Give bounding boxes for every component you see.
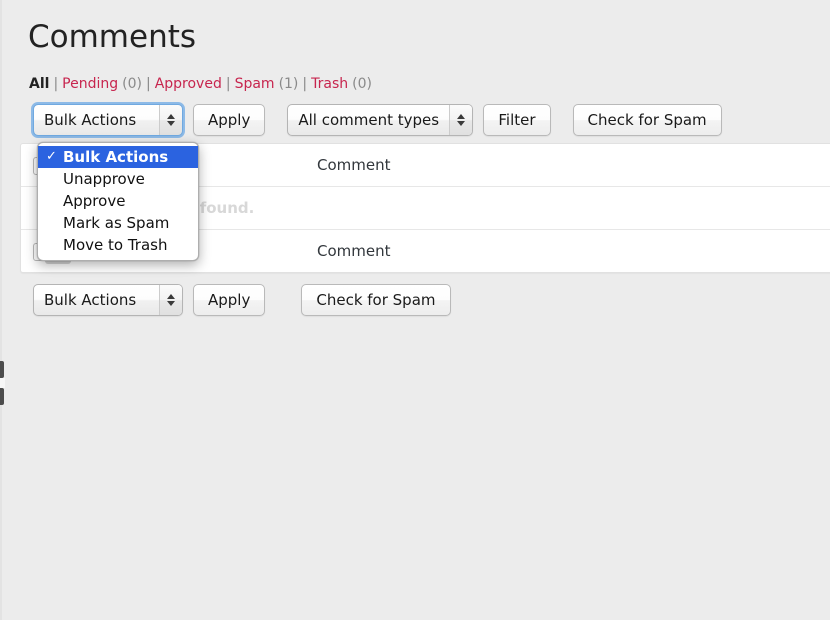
chevron-up-icon (167, 114, 175, 119)
comment-types-select[interactable]: All comment types (287, 104, 474, 136)
dropdown-option-mark-as-spam[interactable]: ✓ Mark as Spam (38, 212, 198, 234)
filter-count-pending: (0) (122, 76, 142, 92)
comment-types-select-value: All comment types (298, 111, 440, 129)
bulk-actions-dropdown-menu[interactable]: ✓ Bulk Actions ✓ Unapprove ✓ Approve ✓ M… (37, 142, 199, 261)
check-for-spam-button-bottom[interactable]: Check for Spam (301, 284, 451, 316)
dropdown-option-move-to-trash-label: Move to Trash (63, 236, 168, 254)
filter-link-all[interactable]: All (29, 76, 49, 92)
toolbar-top: Bulk Actions Apply All comment types Fil… (31, 102, 722, 138)
filter-separator-1: | (53, 76, 59, 92)
apply-button-bottom[interactable]: Apply (193, 284, 266, 316)
filter-link-trash[interactable]: Trash (311, 76, 348, 92)
dropdown-option-mark-as-spam-label: Mark as Spam (63, 214, 170, 232)
chevron-down-icon (167, 301, 175, 306)
chevron-down-icon (167, 121, 175, 126)
stepper-icon[interactable] (449, 105, 473, 135)
filter-link-pending-label: Pending (62, 76, 119, 92)
filter-link-approved[interactable]: Approved (155, 76, 222, 92)
bulk-actions-select-top-value: Bulk Actions (44, 111, 137, 129)
apply-button-top[interactable]: Apply (193, 104, 266, 136)
chevron-up-icon (167, 294, 175, 299)
column-header-comment[interactable]: Comment (317, 144, 391, 186)
page-title: Comments (28, 19, 197, 55)
dropdown-option-bulk-actions[interactable]: ✓ Bulk Actions (38, 146, 198, 168)
bulk-actions-select-bottom-value: Bulk Actions (44, 291, 137, 309)
filter-button[interactable]: Filter (483, 104, 551, 136)
sidebar-item-stub-1[interactable] (0, 361, 4, 378)
dropdown-option-approve[interactable]: ✓ Approve (38, 190, 198, 212)
sidebar-edge (0, 0, 2, 620)
sidebar-item-stub-2[interactable] (0, 388, 4, 405)
toolbar-bottom: Bulk Actions Apply Check for Spam (33, 284, 451, 316)
sidebar-gap (0, 378, 5, 388)
dropdown-option-unapprove-label: Unapprove (63, 170, 145, 188)
page-root: Comments All | Pending (0) | Approved | Spam (1)… (0, 0, 830, 620)
dropdown-option-approve-label: Approve (63, 192, 126, 210)
filter-separator-3: | (225, 76, 231, 92)
filter-count-spam: (1) (278, 76, 299, 92)
filter-separator-4: | (302, 76, 308, 92)
filter-link-spam-label: Spam (234, 76, 275, 92)
stepper-icon[interactable] (159, 285, 182, 315)
dropdown-option-unapprove[interactable]: ✓ Unapprove (38, 168, 198, 190)
chevron-down-icon (457, 121, 466, 126)
bulk-actions-select-bottom[interactable]: Bulk Actions (33, 284, 183, 316)
dropdown-option-bulk-actions-label: Bulk Actions (63, 148, 169, 166)
status-filter-links: All | Pending (0) | Approved | Spam (1) | Trash (0) (29, 74, 372, 94)
chevron-up-icon (457, 114, 466, 119)
stepper-icon[interactable] (159, 105, 182, 135)
filter-link-trash-label: Trash (311, 76, 349, 92)
bulk-actions-select-top[interactable]: Bulk Actions (31, 102, 185, 138)
checkmark-icon: ✓ (46, 149, 57, 164)
dropdown-option-move-to-trash[interactable]: ✓ Move to Trash (38, 234, 198, 256)
filter-count-trash: (0) (352, 76, 372, 92)
check-for-spam-button-top[interactable]: Check for Spam (572, 104, 722, 136)
column-footer-comment[interactable]: Comment (317, 230, 391, 272)
filter-link-approved-label: Approved (154, 76, 222, 92)
filter-link-pending[interactable]: Pending (62, 76, 118, 92)
filter-separator-2: | (145, 76, 151, 92)
filter-link-all-label: All (29, 76, 50, 92)
filter-link-spam[interactable]: Spam (235, 76, 275, 92)
